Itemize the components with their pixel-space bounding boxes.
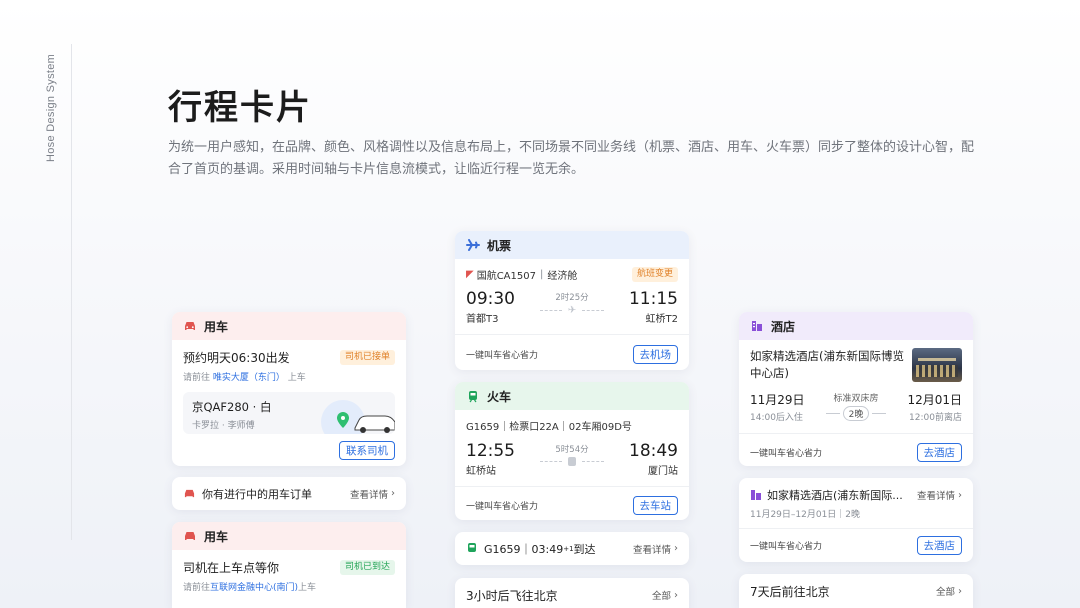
- pickup-address: 请前往 唯实大厦（东门） 上车: [183, 373, 306, 383]
- checkout-note: 12:00前离店: [909, 413, 962, 423]
- flight-change-badge: 航班变更: [631, 267, 678, 282]
- car-card-header: 用车: [172, 312, 406, 340]
- departure-airport: 首都T3: [466, 314, 499, 325]
- room-type: 标准双床房: [833, 394, 879, 404]
- checkin-date: 11月29日: [750, 393, 805, 407]
- page-intro: 为统一用户感知，在品牌、颜色、风格调性以及信息布局上，不同场景不同业务线（机票、…: [168, 140, 975, 177]
- ride-hint: 一键叫车省心省力: [750, 541, 823, 552]
- upcoming-trip-text: 7天后前往北京: [750, 584, 830, 599]
- airline-logo-icon: ◤: [466, 269, 474, 280]
- hotel-photo: [912, 348, 962, 382]
- train-icon: [466, 389, 480, 403]
- stay-dates: 11月29日–12月01日｜2晚: [750, 510, 861, 520]
- train-icon: [466, 542, 478, 555]
- flight-card: 机票 ◤ 国航CA1507 | 经济舱 航班变更 09:30 首都T3 2时25…: [455, 231, 689, 370]
- side-divider: [71, 44, 72, 540]
- car-status-title: 司机在上车点等你: [183, 561, 280, 575]
- hotel-icon: [750, 489, 762, 501]
- chevron-right-icon: ›: [958, 585, 962, 597]
- pickup-address: 请前往互联网金融中心(南门)上车: [183, 583, 317, 593]
- car-card: 用车 预约明天06:30出发 司机已接单 请前往 唯实大厦（东门） 上车 京QA…: [172, 312, 406, 466]
- upcoming-trip-bar[interactable]: 7天后前往北京 全部 ›: [739, 574, 973, 608]
- car-icon: [183, 488, 196, 499]
- car-card-2-header: 用车: [172, 522, 406, 550]
- upcoming-flight-bar[interactable]: 3小时后飞往北京 全部 ›: [455, 578, 689, 608]
- chevron-right-icon: ›: [674, 589, 678, 601]
- view-all-link[interactable]: 全部 ›: [652, 588, 678, 603]
- upcoming-flight-text: 3小时后飞往北京: [466, 588, 558, 603]
- page-title: 行程卡片: [168, 88, 312, 128]
- view-all-link[interactable]: 全部 ›: [936, 584, 962, 599]
- chevron-right-icon: ›: [674, 543, 678, 554]
- ride-hint: 一键叫车省心省力: [466, 350, 539, 361]
- airplane-icon: ✈: [567, 305, 577, 316]
- car-icon: [183, 319, 197, 333]
- arrival-time: 18:49: [629, 441, 678, 461]
- arrival-station: 厦门站: [648, 466, 678, 477]
- flight-number: 国航CA1507: [476, 271, 536, 282]
- go-station-button[interactable]: 去车站: [632, 495, 678, 515]
- pickup-address-link[interactable]: 唯实大厦（东门）: [213, 373, 285, 383]
- pickup-address-link[interactable]: 互联网金融中心(南门): [210, 583, 298, 593]
- hotel-card-2: 如家精选酒店(浦东新国际... 查看详情 › 11月29日–12月01日｜2晚 一…: [739, 478, 973, 562]
- departure-time: 12:55: [466, 441, 515, 461]
- driver-info-panel: 京QAF280 · 白 卡罗拉 · 李师傅: [183, 392, 395, 434]
- car-order-text: 你有进行中的用车订单: [202, 487, 312, 501]
- cabin-class: 经济舱: [547, 271, 578, 282]
- train-icon: [568, 457, 576, 466]
- flight-duration: 2时25分: [555, 293, 589, 303]
- arrival-time: 11:15: [628, 289, 678, 309]
- car-card-2: 用车 司机在上车点等你 司机已到达 请前往互联网金融中心(南门)上车: [172, 522, 406, 608]
- hotel-card: 酒店 如家精选酒店(浦东新国际博览中心店) 11月29日 14:00后入住 标准…: [739, 312, 973, 466]
- nights-count: 2晚: [842, 406, 870, 421]
- ride-hint: 一键叫车省心省力: [466, 501, 539, 512]
- hotel-card-header: 酒店: [739, 312, 973, 340]
- checkin-note: 14:00后入住: [750, 413, 803, 423]
- checkout-date: 12月01日: [907, 393, 962, 407]
- go-hotel-button[interactable]: 去酒店: [916, 442, 962, 462]
- view-detail-link[interactable]: 查看详情 ›: [917, 488, 962, 503]
- hotel-name: 如家精选酒店(浦东新国际博览中心店): [750, 349, 904, 380]
- hotel-icon: [750, 319, 764, 333]
- train-card: 火车 G1659｜检票口22A｜02车厢09D号 12:55 虹桥站 5时54分…: [455, 382, 689, 520]
- contact-driver-button[interactable]: 联系司机: [339, 441, 395, 460]
- departure-station: 虹桥站: [466, 466, 496, 477]
- go-hotel-button[interactable]: 去酒店: [916, 535, 962, 555]
- departure-time: 09:30: [466, 289, 515, 309]
- car-map-icon: [321, 400, 395, 434]
- arrival-airport: 虹桥T2: [645, 314, 678, 325]
- status-badge: 司机已到达: [339, 560, 395, 575]
- car-icon: [183, 529, 197, 543]
- go-airport-button[interactable]: 去机场: [632, 344, 678, 364]
- flight-card-header: 机票: [455, 231, 689, 259]
- chevron-right-icon: ›: [391, 488, 395, 499]
- hotel-name: 如家精选酒店(浦东新国际...: [767, 489, 903, 502]
- view-detail-link[interactable]: 查看详情 ›: [633, 542, 678, 556]
- brand-vertical-label: Hose Design System: [45, 53, 57, 162]
- chevron-right-icon: ›: [958, 489, 962, 501]
- airplane-icon: [466, 238, 480, 252]
- train-duration: 5时54分: [555, 445, 589, 455]
- car-status-title: 预约明天06:30出发: [183, 351, 290, 365]
- status-badge: 司机已接单: [339, 350, 395, 365]
- train-arrival-summary: G1659｜03:49: [484, 542, 564, 556]
- view-detail-link[interactable]: 查看详情 ›: [350, 487, 395, 501]
- car-order-bar[interactable]: 你有进行中的用车订单 查看详情 ›: [172, 477, 406, 510]
- train-info: G1659｜检票口22A｜02车厢09D号: [466, 422, 632, 433]
- ride-hint: 一键叫车省心省力: [750, 448, 823, 459]
- car-card-title: 用车: [204, 319, 229, 334]
- train-card-header: 火车: [455, 382, 689, 410]
- train-compact-bar[interactable]: G1659｜03:49 +1 到达 查看详情 ›: [455, 532, 689, 565]
